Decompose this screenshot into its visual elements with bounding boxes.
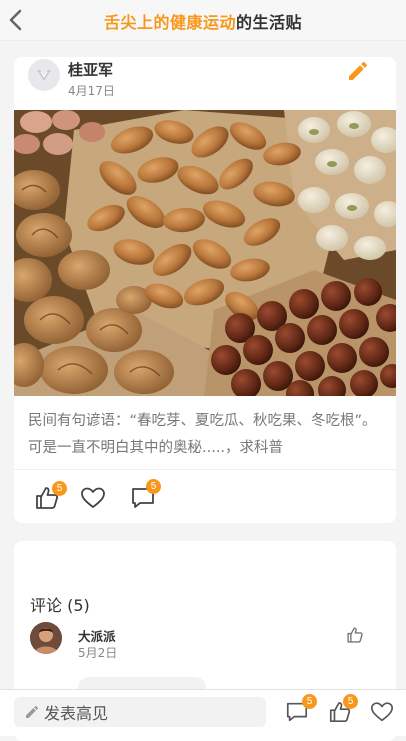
heart-icon <box>81 487 105 508</box>
bottom-comment-button[interactable]: 5 <box>285 694 317 724</box>
bottom-favorite-button[interactable] <box>370 700 394 724</box>
nuts-photo <box>14 110 396 396</box>
comment-like-button[interactable] <box>346 626 364 644</box>
favorite-button[interactable] <box>80 485 106 511</box>
bottom-like-button[interactable]: 5 <box>328 694 358 724</box>
bottom-bar: 发表高见 5 5 <box>0 689 406 736</box>
title-rest: 的生活贴 <box>236 13 303 32</box>
author-avatar[interactable] <box>28 59 60 91</box>
heart-icon <box>371 702 393 722</box>
top-bar: 舌尖上的健康运动的生活贴 <box>0 0 406 41</box>
page-title: 舌尖上的健康运动的生活贴 <box>0 9 406 33</box>
post-text-line-2: 可是一直不明白其中的奥秘.....，求科普 <box>28 440 284 456</box>
pencil-icon <box>26 705 39 718</box>
comments-header: 评论 (5) <box>30 596 90 615</box>
pencil-icon <box>349 61 368 80</box>
avatar[interactable] <box>30 622 62 654</box>
bottom-like-count-badge: 5 <box>343 694 358 709</box>
bottom-comment-count-badge: 5 <box>302 694 317 709</box>
commenter-avatar-photo <box>30 622 62 654</box>
post-text: 民间有句谚语：“春吃芽、夏吃瓜、秋吃果、冬吃根”。 可是一直不明白其中的奥秘..… <box>28 408 406 462</box>
like-count-badge: 5 <box>52 481 67 496</box>
title-highlight: 舌尖上的健康运动 <box>103 13 236 32</box>
post-card: 桂亚军 4月17日 民间有句谚语：“春吃芽、夏吃瓜、秋吃果、冬吃根”。 可是一直… <box>14 57 396 523</box>
commenter-name[interactable]: 大派派 <box>78 626 116 645</box>
wings-logo-icon <box>37 70 51 81</box>
comment-input[interactable]: 发表高见 <box>14 697 266 727</box>
comment-date: 5月2日 <box>78 646 118 660</box>
comment-button[interactable]: 5 <box>130 479 161 511</box>
post-date: 4月17日 <box>68 84 115 98</box>
thumbs-up-icon <box>347 627 363 643</box>
author-name[interactable]: 桂亚军 <box>68 59 113 80</box>
like-button[interactable]: 5 <box>34 481 67 511</box>
comment-count-badge: 5 <box>146 479 161 494</box>
divider <box>14 469 396 470</box>
comment-input-placeholder: 发表高见 <box>44 704 109 723</box>
edit-button[interactable] <box>346 59 370 83</box>
post-image[interactable] <box>14 110 396 396</box>
post-text-line-1: 民间有句谚语：“春吃芽、夏吃瓜、秋吃果、冬吃根”。 <box>28 413 377 429</box>
